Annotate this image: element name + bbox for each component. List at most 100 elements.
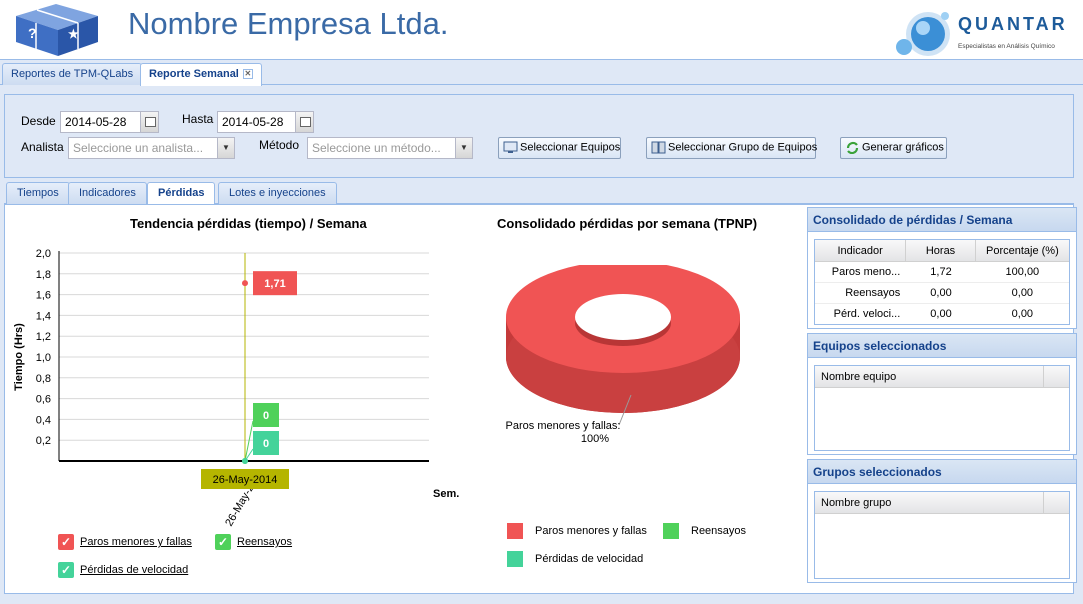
y-tick-label: 1,6 <box>36 290 51 302</box>
legend-label: Reensayos <box>237 535 293 548</box>
column-header-indicador[interactable]: Indicador <box>815 240 907 261</box>
slice-label-pct: 100% <box>581 433 609 445</box>
company-logo-icon: ? ★ <box>16 4 98 56</box>
cell-horas: 1,72 <box>930 266 952 278</box>
legend-label: Reensayos <box>691 524 747 537</box>
grid-header: Nombre equipo <box>815 366 1069 388</box>
tab-reporte-semanal[interactable]: Reporte Semanal ✕ <box>140 63 262 86</box>
legend-paros[interactable]: ✓ Paros menores y fallas <box>58 534 192 550</box>
column-header-porcentaje[interactable]: Porcentaje (%) <box>976 240 1069 261</box>
desde-label: Desde <box>21 114 56 128</box>
equipos-grid: Nombre equipo <box>814 365 1070 451</box>
desde-value: 2014-05-28 <box>65 115 127 129</box>
cell-indicador: Pérd. veloci... <box>833 308 901 320</box>
cell-porcentaje: 100,00 <box>1005 266 1040 278</box>
monitor-icon <box>503 141 518 153</box>
tab-label: Tiempos <box>17 187 59 199</box>
legend-swatch <box>507 551 523 567</box>
column-header-nombre-equipo[interactable]: Nombre equipo <box>815 366 1045 387</box>
crosshair-label: 26-May-2014 <box>201 469 289 489</box>
legend-swatch <box>663 523 679 539</box>
data-label-text: 1,71 <box>264 278 285 290</box>
chevron-down-icon[interactable]: ▼ <box>455 138 472 158</box>
legend-reensayos[interactable]: ✓ Reensayos <box>215 534 292 550</box>
hasta-date-field[interactable]: 2014-05-28 <box>217 111 314 133</box>
y-tick-label: 0,4 <box>36 414 51 426</box>
svg-text:★: ★ <box>68 27 79 41</box>
y-tick-label: 1,8 <box>36 269 51 281</box>
table-row[interactable]: Reensayos 0,00 0,00 <box>815 283 1069 304</box>
legend-perdidas-velocidad[interactable]: ✓ Pérdidas de velocidad <box>58 562 188 578</box>
legend-label: Pérdidas de velocidad <box>80 563 189 576</box>
equipos-panel: Equipos seleccionados Nombre equipo <box>807 333 1077 455</box>
brand-tagline: Especialistas en Análisis Químico <box>958 43 1055 50</box>
table-row[interactable]: Pérd. veloci... 0,00 0,00 <box>815 304 1069 325</box>
tab-label: Lotes e inyecciones <box>229 187 326 199</box>
cell-horas: 0,00 <box>930 308 952 320</box>
tab-label: Reportes de TPM-QLabs <box>11 68 134 80</box>
equipos-title: Equipos seleccionados <box>808 334 1076 358</box>
legend-label: Paros menores y fallas <box>535 524 647 537</box>
y-tick-label: 0,8 <box>36 373 51 385</box>
column-header-spacer <box>1044 492 1069 513</box>
perdidas-panel: Tendencia pérdidas (tiempo) / Semana 2,0… <box>4 204 1077 594</box>
y-tick-label: 2,0 <box>36 248 51 260</box>
data-label-text: 0 <box>263 438 269 450</box>
tab-label: Indicadores <box>79 187 136 199</box>
select-equipos-button[interactable]: Seleccionar Equipos <box>498 137 621 159</box>
column-header-nombre-grupo[interactable]: Nombre grupo <box>815 492 1045 513</box>
checkbox-checked-icon[interactable]: ✓ <box>58 534 74 550</box>
data-label-3: 0 <box>253 431 279 455</box>
grid-header: Nombre grupo <box>815 492 1069 514</box>
cell-porcentaje: 0,00 <box>1011 287 1034 299</box>
select-grupo-button[interactable]: Seleccionar Grupo de Equipos <box>646 137 817 159</box>
grupos-grid: Nombre grupo <box>814 491 1070 579</box>
grupos-title: Grupos seleccionados <box>808 460 1076 484</box>
close-tab-icon[interactable]: ✕ <box>242 69 253 80</box>
checkbox-checked-icon[interactable]: ✓ <box>215 534 231 550</box>
calendar-icon[interactable] <box>295 112 313 132</box>
analista-placeholder: Seleccione un analista... <box>73 141 204 155</box>
cell-porcentaje: 0,00 <box>1011 308 1034 320</box>
filter-panel: Desde 2014-05-28 Hasta 2014-05-28 Analis… <box>4 94 1074 178</box>
y-tick-label: 0,2 <box>36 435 51 447</box>
data-label-1: 1,71 <box>253 271 297 296</box>
donut-chart: Paros menores y fallas:100% <box>506 265 740 445</box>
tab-label: Reporte Semanal <box>149 68 239 80</box>
tab-indicadores[interactable]: Indicadores <box>68 182 147 204</box>
analista-select[interactable]: Seleccione un analista... ▼ <box>68 137 235 159</box>
checkbox-checked-icon[interactable]: ✓ <box>58 562 74 578</box>
cell-indicador: Paros meno... <box>831 266 901 278</box>
consolidado-grid: Indicador Horas Porcentaje (%) Paros men… <box>814 239 1070 325</box>
grupos-panel: Grupos seleccionados Nombre grupo <box>807 459 1077 583</box>
consolidado-panel: Consolidado de pérdidas / Semana Indicad… <box>807 207 1077 329</box>
calendar-icon[interactable] <box>140 112 158 132</box>
column-header-horas[interactable]: Horas <box>906 240 976 261</box>
tab-lotes-inyecciones[interactable]: Lotes e inyecciones <box>218 182 337 204</box>
slice-label-name: Paros menores y fallas: <box>506 420 621 432</box>
tab-perdidas[interactable]: Pérdidas <box>147 182 216 205</box>
tab-reportes-tpm[interactable]: Reportes de TPM-QLabs <box>2 63 143 85</box>
x-axis-title: Sem. <box>433 488 459 500</box>
column-header-spacer <box>1044 366 1069 387</box>
data-point-1 <box>242 280 248 287</box>
sub-tab-bar: Tiempos Indicadores Pérdidas Lotes e iny… <box>4 179 1074 205</box>
y-tick-label: 1,2 <box>36 331 51 343</box>
generar-graficos-button[interactable]: Generar gráficos <box>840 137 947 159</box>
metodo-label: Método <box>259 138 300 152</box>
donut-legend-reensayos: Reensayos <box>663 523 746 539</box>
chevron-down-icon[interactable]: ▼ <box>217 138 234 158</box>
metodo-select[interactable]: Seleccione un método... ▼ <box>307 137 473 159</box>
button-label: Seleccionar Equipos <box>520 141 621 154</box>
hasta-label: Hasta <box>182 112 214 126</box>
donut-legend-velocidad: Pérdidas de velocidad <box>507 551 643 567</box>
svg-text:?: ? <box>28 25 37 41</box>
refresh-icon <box>846 141 859 154</box>
desde-date-field[interactable]: 2014-05-28 <box>60 111 159 133</box>
donut-hole <box>575 294 671 340</box>
table-row[interactable]: Paros meno... 1,72 100,00 <box>815 262 1069 283</box>
tab-tiempos[interactable]: Tiempos <box>6 182 70 204</box>
data-label-2: 0 <box>253 403 279 427</box>
brand-name: QUANTAR <box>958 14 1068 34</box>
donut-legend-paros: Paros menores y fallas <box>507 523 647 539</box>
